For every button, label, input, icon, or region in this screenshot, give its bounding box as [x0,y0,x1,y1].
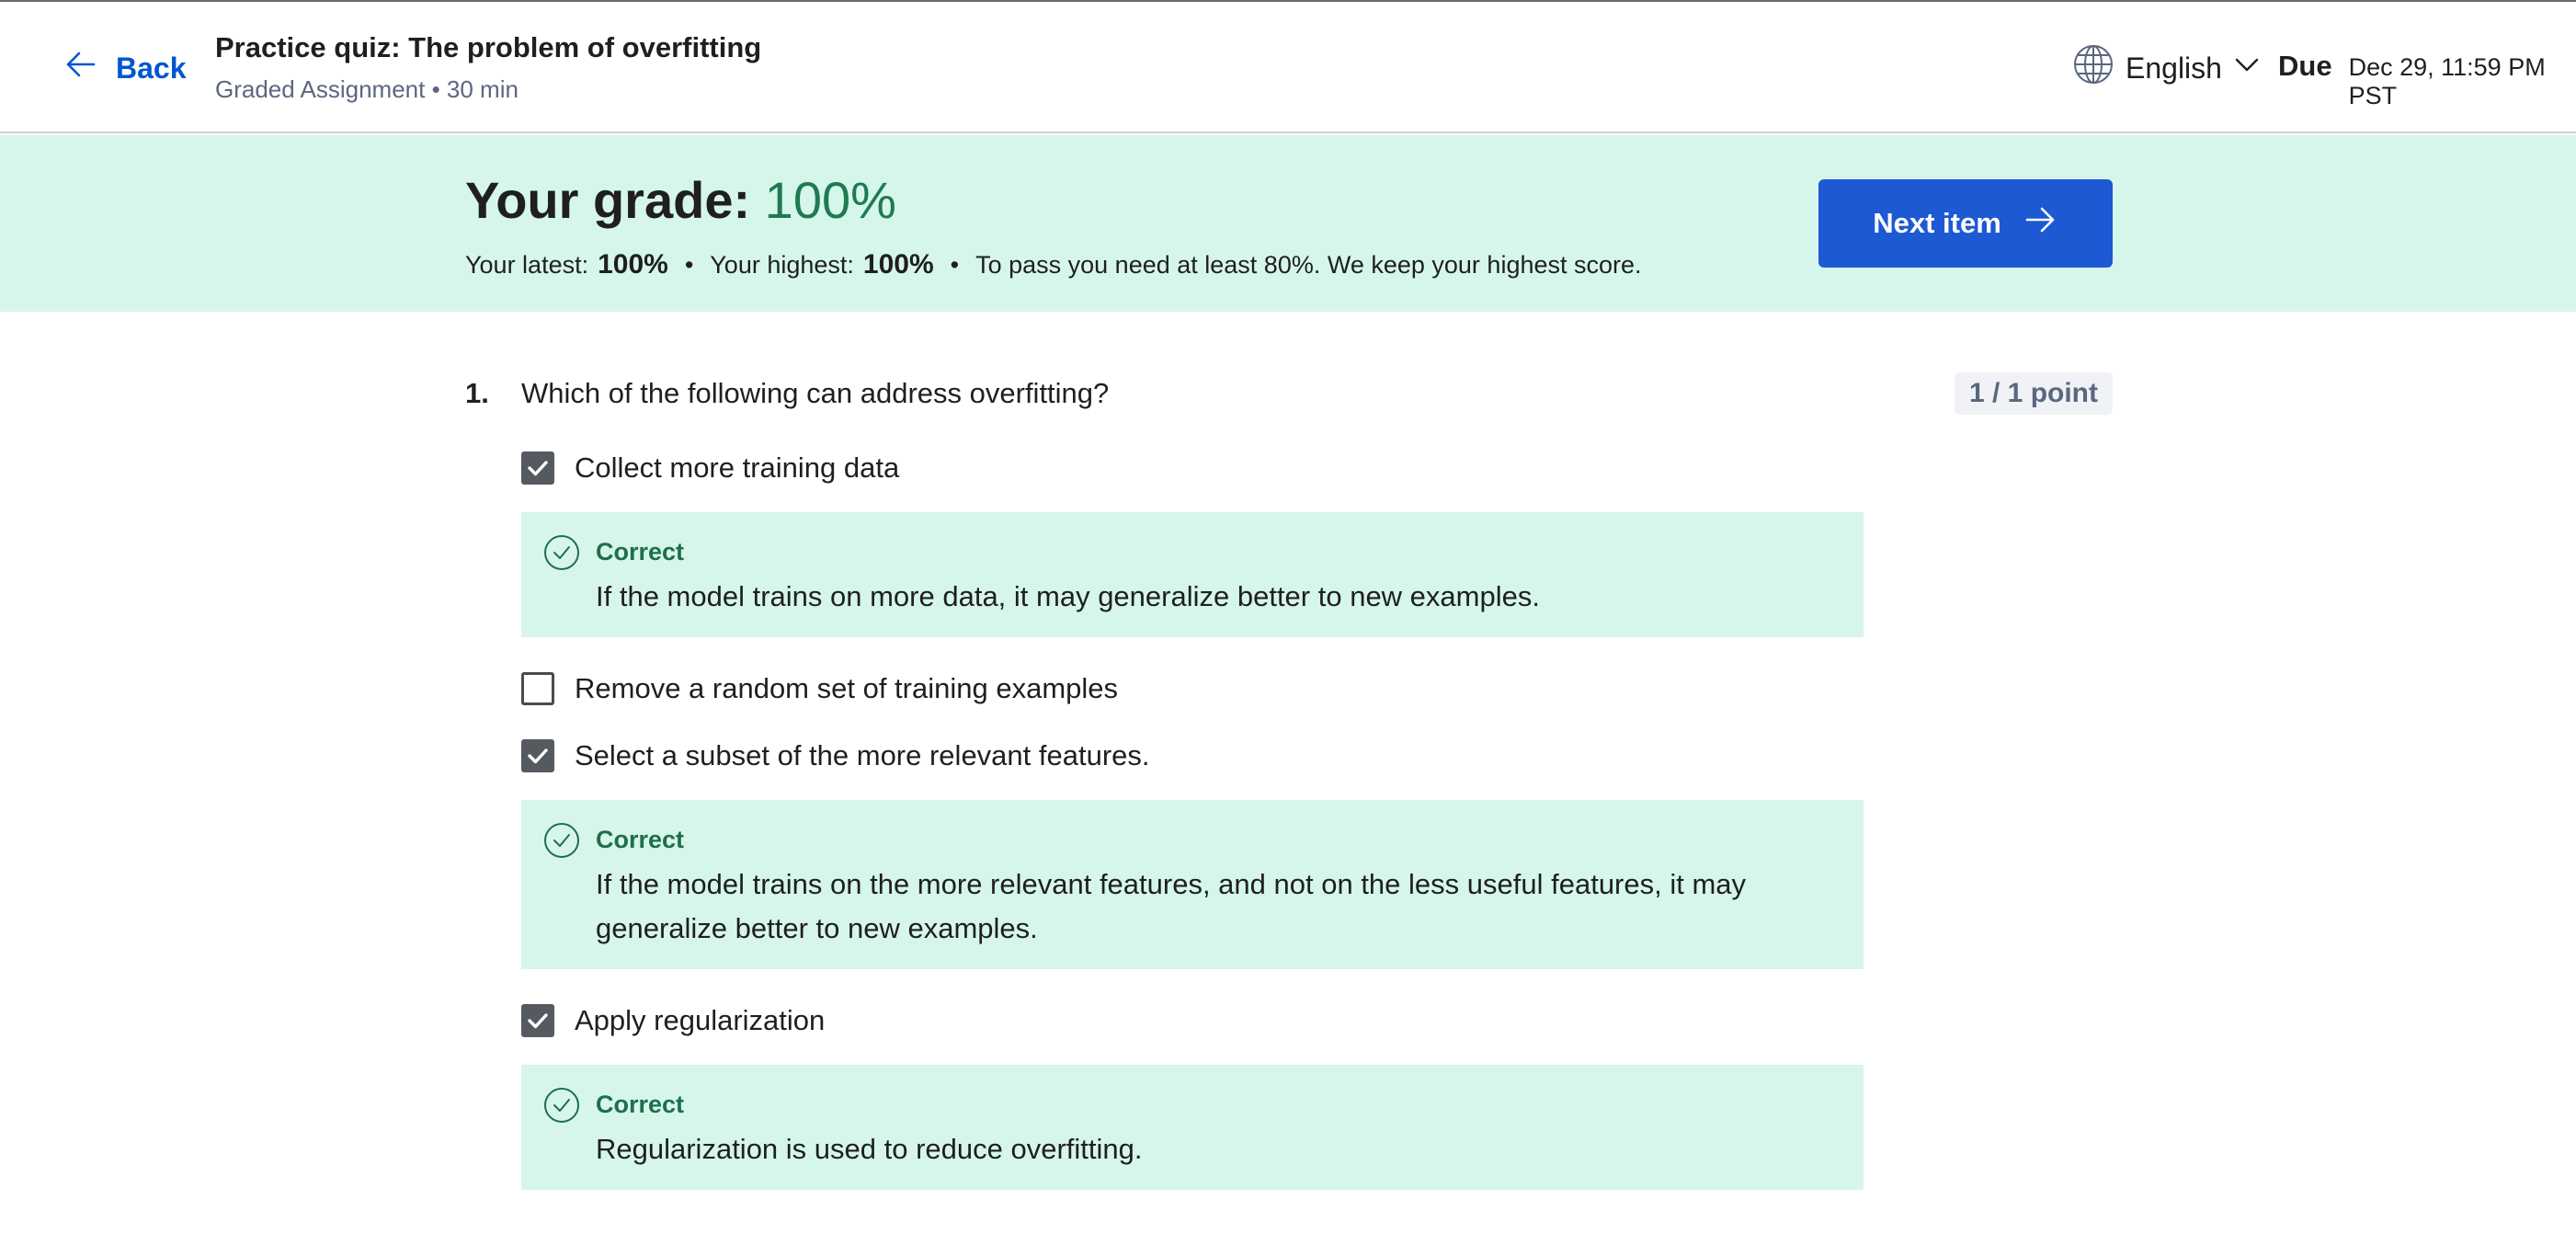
option-label: Select a subset of the more relevant fea… [575,739,1150,771]
back-button[interactable]: Back [63,46,187,90]
title-block: Practice quiz: The problem of overfittin… [215,31,761,104]
due-date: Dec 29, 11:59 PM PST [2348,53,2546,109]
feedback-label: Correct [596,538,685,565]
question-number: 1. [465,377,489,409]
option-label: Apply regularization [575,1004,826,1036]
chevron-down-icon [2233,51,2261,86]
latest-value: 100% [598,249,668,280]
feedback-label: Correct [596,1091,685,1118]
checkbox-checked[interactable] [521,739,554,772]
answer-option[interactable]: Select a subset of the more relevant fea… [521,737,1150,774]
globe-icon [2072,43,2114,93]
page-subtitle: Graded Assignment • 30 min [215,75,519,103]
grade-percent: 100% [764,171,896,229]
option-label: Remove a random set of training examples [575,672,1119,704]
checkmark-icon [528,461,548,476]
feedback-text: If the model trains on more data, it may… [596,580,1540,612]
check-circle-icon [544,823,579,858]
arrow-left-icon [63,46,99,90]
separator-dot: • [950,251,960,279]
check-circle-icon [544,535,579,570]
checkbox-unchecked[interactable] [521,672,554,705]
feedback-text: If the model trains on the more relevant… [596,868,1747,944]
arrow-right-icon [2022,201,2058,246]
grade-heading: Your grade: 100% [465,170,896,230]
next-item-button[interactable]: Next item [1818,179,2113,268]
option-label: Collect more training data [575,451,900,484]
page-title: Practice quiz: The problem of overfittin… [215,31,762,63]
highest-value: 100% [862,249,934,280]
due-label: Due [2278,50,2332,82]
feedback-text: Regularization is used to reduce overfit… [596,1133,1143,1165]
checkbox-checked[interactable] [521,451,554,485]
feedback-box: Correct If the model trains on the more … [521,800,1864,969]
highest-label: Your highest: [710,251,854,279]
points-badge: 1 / 1 point [1955,372,2113,415]
grade-summary: Your latest: 100% • Your highest: 100% •… [465,249,1642,280]
feedback-label: Correct [596,826,685,853]
back-label: Back [116,51,187,85]
due-date-block: Due Dec 29, 11:59 PM PST [2278,50,2576,109]
check-circle-icon [544,1088,579,1123]
next-item-label: Next item [1873,207,2001,239]
question-text: Which of the following can address overf… [521,377,1110,409]
grade-banner: Your grade: 100% Your latest: 100% • You… [0,135,2576,312]
answer-option[interactable]: Apply regularization [521,1002,825,1039]
pass-note: To pass you need at least 80%. We keep y… [975,251,1642,279]
checkmark-icon [528,1013,548,1029]
language-label: English [2126,51,2222,85]
feedback-box: Correct Regularization is used to reduce… [521,1065,1864,1190]
feedback-box: Correct If the model trains on more data… [521,512,1864,637]
answer-option[interactable]: Remove a random set of training examples [521,670,1118,707]
language-selector[interactable]: English [2072,44,2261,92]
top-bar: Back Practice quiz: The problem of overf… [0,0,2576,133]
separator-dot: • [684,251,694,279]
answer-option[interactable]: Collect more training data [521,450,899,486]
latest-label: Your latest: [465,251,589,279]
checkmark-icon [528,748,548,764]
checkbox-checked[interactable] [521,1004,554,1037]
grade-label: Your grade: [465,171,751,229]
